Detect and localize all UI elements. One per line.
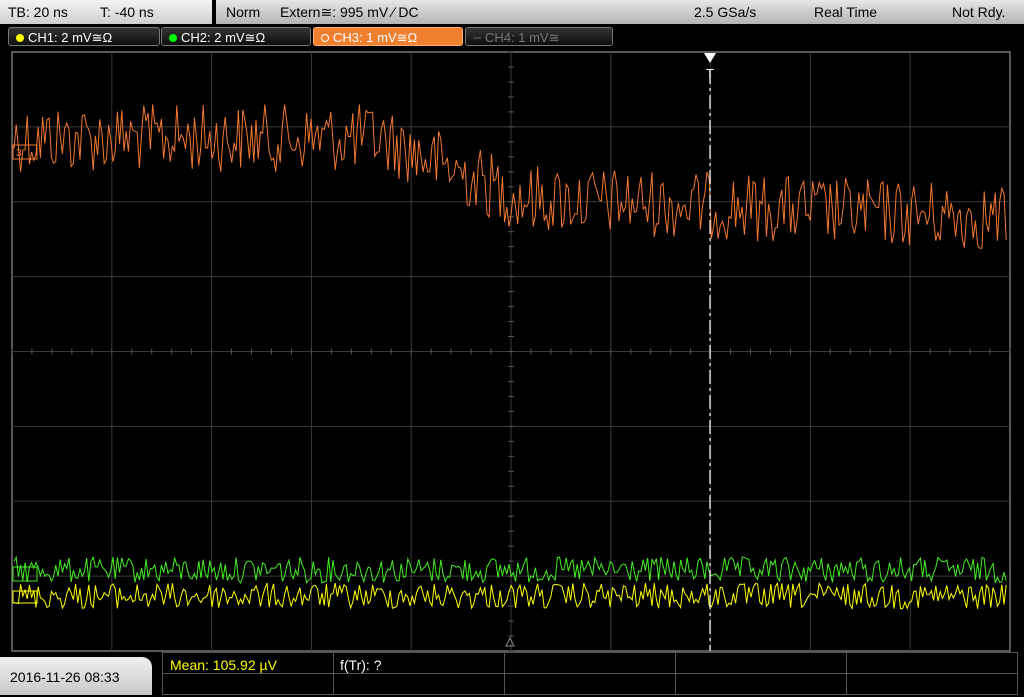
timebase-label: TB: 20 ns [8, 4, 68, 20]
measurement-cell-10 [846, 673, 1018, 695]
channel-1-dot-icon [16, 34, 24, 42]
channel-2-label: CH2: 2 mV≅Ω [181, 30, 266, 45]
waveform-svg: T 3 [11, 51, 1011, 652]
mean-measurement[interactable]: Mean: 105.92 µV [170, 655, 277, 675]
measurement-cell-7 [333, 673, 505, 695]
ready-state: Not Rdy. [952, 4, 1006, 20]
trigger-source: Extern≅: 995 mV ⁄ DC [280, 4, 419, 20]
channel-1-tab[interactable]: CH1: 2 mV≅Ω [8, 27, 160, 46]
waveform-display[interactable]: T 3 [0, 48, 1024, 655]
timebase-box[interactable]: TB: 20 ns T: -40 ns [0, 0, 212, 25]
channel-3-ref-label: 3 [16, 148, 22, 159]
channel-3-tab[interactable]: CH3: 1 mV≅Ω [313, 27, 463, 46]
channel-4-tab[interactable]: CH4: 1 mV≅ [465, 27, 613, 46]
measurement-cell-6 [162, 673, 334, 695]
sample-rate: 2.5 GSa/s [694, 4, 757, 20]
measurement-cell-9 [675, 673, 847, 695]
status-bar[interactable]: Norm Extern≅: 995 mV ⁄ DC 2.5 GSa/s Real… [216, 0, 1024, 24]
measurement-cell-3 [504, 652, 676, 674]
channel-1-label: CH1: 2 mV≅Ω [28, 30, 113, 45]
channel-3-dot-icon [321, 34, 329, 42]
top-bar: TB: 20 ns T: -40 ns Norm Extern≅: 995 mV… [0, 0, 1024, 25]
bottom-bar: 2016-11-26 08:33 Mean: 105.92 µV f(Tr): … [0, 652, 1024, 695]
measurement-cell-8 [504, 673, 676, 695]
channel-4-off-icon [473, 37, 481, 39]
trigger-marker-label: T [706, 66, 714, 81]
channel-2-dot-icon [169, 34, 177, 42]
channel-2-tab[interactable]: CH2: 2 mV≅Ω [161, 27, 311, 46]
frequency-measurement[interactable]: f(Tr): ? [340, 655, 381, 675]
acquisition-mode: Real Time [814, 4, 878, 20]
channel-3-label: CH3: 1 mV≅Ω [333, 30, 418, 45]
channel-row: CH1: 2 mV≅Ω CH2: 2 mV≅Ω CH3: 1 mV≅Ω CH4:… [0, 24, 1024, 48]
trigger-mode: Norm [226, 4, 261, 20]
channel-4-label: CH4: 1 mV≅ [485, 30, 560, 45]
measurement-cell-4 [675, 652, 847, 674]
trigger-time-label: T: -40 ns [100, 4, 154, 20]
date-time: 2016-11-26 08:33 [0, 657, 152, 695]
measurement-cell-5 [846, 652, 1018, 674]
